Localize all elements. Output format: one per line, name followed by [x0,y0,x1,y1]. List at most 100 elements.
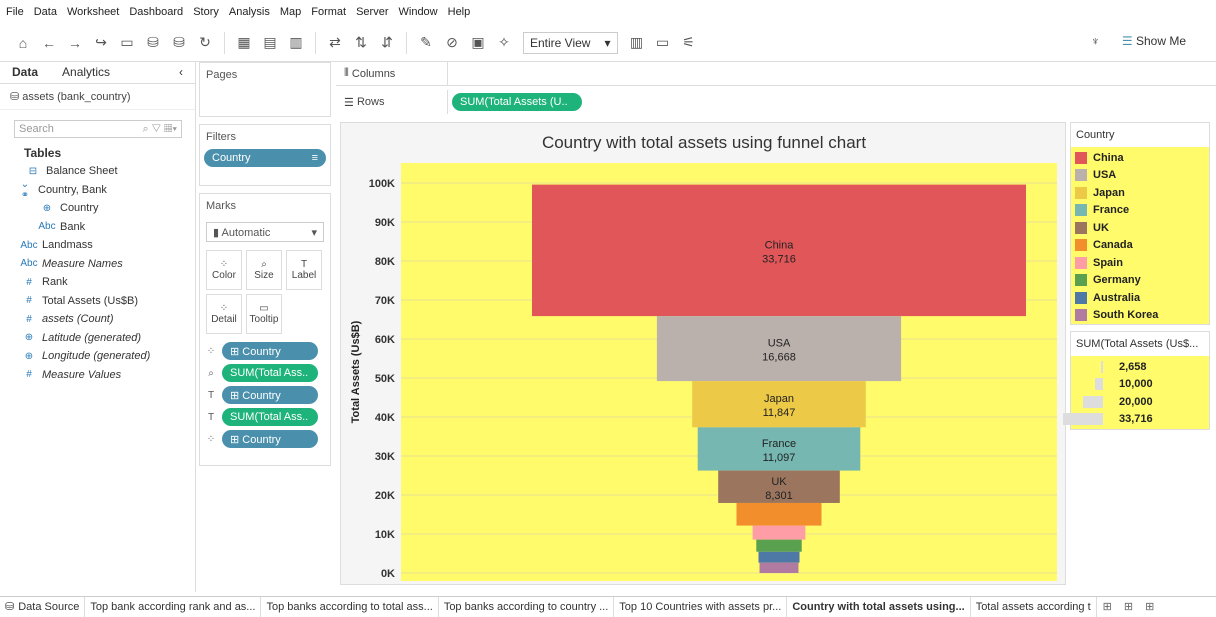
pin-tooltip-icon[interactable]: ♆ [1091,34,1100,48]
new-worksheet-tab-icon[interactable]: ⊞ [1097,600,1118,613]
sheet-tab[interactable]: Top banks according to total ass... [261,596,439,617]
mark-type-dropdown[interactable]: ▮ Automatic ▾ [206,222,324,242]
datasource-item[interactable]: ⛁ assets (bank_country) [0,84,195,110]
mark-type-value: ▮ Automatic [213,226,270,239]
marks-color-button[interactable]: ⁘ Color [206,250,242,290]
funnel-bar[interactable] [758,551,800,563]
menu-item-story[interactable]: Story [193,6,219,18]
sheet-tab[interactable]: Top 10 Countries with assets pr... [614,596,788,617]
field-item[interactable]: # assets (Count) [0,310,195,329]
legend-item[interactable]: Spain [1071,254,1209,272]
marks-tooltip-button[interactable]: ▭ Tooltip [246,294,282,334]
back-icon[interactable]: ← [42,35,56,51]
funnel-bar[interactable] [736,502,822,526]
pin-icon[interactable]: ✧ [497,34,511,51]
filters-card[interactable]: Filters Country ≡ [199,124,331,186]
field-item[interactable]: ⊕ Longitude (generated) [0,347,195,366]
tab-analytics[interactable]: Analytics [50,62,122,83]
legend-item[interactable]: France [1071,202,1209,220]
menu-item-map[interactable]: Map [280,6,301,18]
legend-item[interactable]: Japan [1071,184,1209,202]
new-story-tab-icon[interactable]: ⊞ [1139,600,1160,613]
funnel-bar[interactable] [759,562,799,573]
sheet-tab[interactable]: Top banks according to country ... [439,596,615,617]
mark-pill[interactable]: SUM(Total Ass.. [222,408,318,426]
fit-dropdown[interactable]: Entire View ▾ [523,31,618,54]
menu-item-window[interactable]: Window [399,6,438,18]
mark-pill[interactable]: ⊞ Country [222,342,318,360]
field-item[interactable]: # Total Assets (Us$B) [0,292,195,311]
legend-item[interactable]: UK [1071,219,1209,237]
home-icon[interactable]: ⌂ [16,35,30,51]
field-item[interactable]: ⌄ ⚭ Country, Bank [0,179,195,201]
legend-item[interactable]: Canada [1071,237,1209,255]
legend-item[interactable]: China [1071,149,1209,167]
presentation-icon[interactable]: ▭ [656,34,670,51]
field-item[interactable]: Abc Landmass [0,236,195,255]
legend-item[interactable]: South Korea [1071,307,1209,325]
menu-item-worksheet[interactable]: Worksheet [67,6,119,18]
size-swatch [1095,378,1103,391]
mark-pill[interactable]: ⊞ Country [222,386,318,404]
menu-item-server[interactable]: Server [356,6,388,18]
legend-label: Canada [1093,239,1133,252]
show-me-button[interactable]: ☰ Show Me [1122,34,1186,48]
menu-item-dashboard[interactable]: Dashboard [129,6,183,18]
tab-data[interactable]: Data [0,62,50,83]
marks-size-button[interactable]: ⌕ Size [246,250,282,290]
highlight-icon[interactable]: ✎ [419,34,433,51]
mark-pill[interactable]: ⊞ Country [222,430,318,448]
legend-item[interactable]: USA [1071,167,1209,185]
marks-title: Marks [206,200,236,212]
menu-item-data[interactable]: Data [34,6,57,18]
field-item[interactable]: ⊕ Latitude (generated) [0,329,195,348]
sort-asc-icon[interactable]: ⇅ [354,34,368,51]
duplicate-sheet-icon[interactable]: ▤ [263,34,277,51]
swap-icon[interactable]: ⇄ [328,34,342,51]
sheet-tab[interactable]: Total assets according t [971,596,1097,617]
pages-card[interactable]: Pages [199,62,331,117]
pause-updates-icon[interactable]: ⛁ [172,34,186,51]
label-toggle-icon[interactable]: ▣ [471,34,485,51]
columns-shelf[interactable]: ⦀ Columns [336,62,1216,86]
save-icon[interactable]: ▭ [120,34,134,51]
forward-icon[interactable]: → [68,35,82,51]
menu-item-help[interactable]: Help [448,6,471,18]
marks-label-button[interactable]: T Label [286,250,322,290]
field-item[interactable]: ⊟ Balance Sheet [0,162,195,181]
share-icon[interactable]: ⚟ [682,34,696,51]
show-cards-icon[interactable]: ▥ [630,34,644,51]
new-dashboard-tab-icon[interactable]: ⊞ [1118,600,1139,613]
new-worksheet-icon[interactable]: ▦ [237,34,251,51]
legend-item[interactable]: Germany [1071,272,1209,290]
new-datasource-icon[interactable]: ⛁ [146,34,160,51]
funnel-bar[interactable] [756,539,802,552]
field-item[interactable]: # Measure Values [0,366,195,385]
tab-data-source[interactable]: ⛁ Data Source [0,596,86,617]
field-item[interactable]: ⊕ Country [0,199,195,218]
rows-pill-total-assets[interactable]: SUM(Total Assets (U.. [452,93,582,111]
collapse-icon[interactable]: ‹ [167,62,195,83]
redo-icon[interactable]: ↪ [94,34,108,51]
filters-title: Filters [206,131,236,143]
legend-item[interactable]: Australia [1071,289,1209,307]
sheet-tab[interactable]: Top bank according rank and as... [85,596,262,617]
funnel-bar[interactable] [752,525,806,540]
mark-pill[interactable]: SUM(Total Ass.. [222,364,318,382]
sheet-tab-label: Top banks according to country ... [443,600,609,613]
field-item[interactable]: # Rank [0,273,195,292]
sheet-tab[interactable]: Country with total assets using... [787,596,971,617]
marks-detail-button[interactable]: ⁘ Detail [206,294,242,334]
field-item[interactable]: Abc Bank [0,218,195,237]
group-icon[interactable]: ⊘ [445,34,459,51]
filter-pill-country[interactable]: Country ≡ [204,149,326,167]
field-search-input[interactable]: Search ⌕ ▽ ▦▾ [14,120,182,138]
menu-item-analysis[interactable]: Analysis [229,6,270,18]
menu-item-file[interactable]: File [6,6,24,18]
field-item[interactable]: Abc Measure Names [0,255,195,274]
rows-shelf[interactable]: ☰ Rows SUM(Total Assets (U.. [336,90,1216,114]
sort-desc-icon[interactable]: ⇵ [380,34,394,51]
refresh-icon[interactable]: ↻ [198,34,212,51]
clear-sheet-icon[interactable]: ▥ [289,34,303,51]
menu-item-format[interactable]: Format [311,6,346,18]
